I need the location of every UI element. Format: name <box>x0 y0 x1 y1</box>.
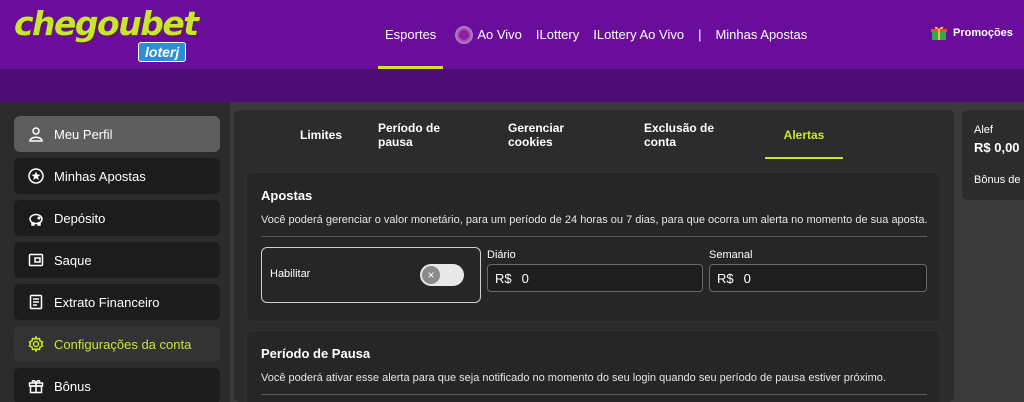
account-balance: R$ 0,00 <box>974 140 1020 155</box>
tab-label: Exclusão de conta <box>644 120 715 149</box>
sidebar-item-label: Saque <box>54 252 92 268</box>
wallet-icon <box>28 253 44 267</box>
piggy-bank-icon <box>29 213 43 226</box>
star-icon <box>28 168 44 184</box>
apostas-description: Você poderá gerenciar o valor monetário,… <box>261 214 928 226</box>
pausa-title: Período de Pausa <box>261 346 371 361</box>
chegoubet-logo[interactable]: chegoubet loterj <box>14 4 199 64</box>
sidebar-item-minhas-apostas[interactable]: Minhas Apostas <box>14 158 220 194</box>
sidebar-item-label: Extrato Financeiro <box>54 294 160 310</box>
tab-gerenciar-cookies[interactable]: Gerenciar cookies <box>508 110 610 159</box>
account-name: Alef <box>974 124 993 136</box>
promocoes-label: Promoções <box>953 27 1013 39</box>
sidebar-item-label: Minhas Apostas <box>54 168 146 184</box>
nav-minhas-apostas[interactable]: Minhas Apostas <box>715 0 807 69</box>
nav-ilottery-ao-vivo[interactable]: ILottery Ao Vivo <box>593 0 684 69</box>
sidebar-item-configuracoes[interactable]: Configurações da conta <box>14 326 220 362</box>
live-icon <box>457 27 472 42</box>
tab-label: Limites <box>299 127 342 142</box>
nav-label: ILottery Ao Vivo <box>593 27 685 42</box>
tab-exclusao-de-conta[interactable]: Exclusão de conta <box>644 110 746 159</box>
sidebar-item-meu-perfil[interactable]: Meu Perfil <box>14 116 220 152</box>
top-header: chegoubet loterj Esportes Ao Vivo ILotte… <box>0 0 1024 69</box>
main-content: Limites Período de pausa Gerenciar cooki… <box>234 110 954 402</box>
gift-icon <box>931 26 947 40</box>
account-bonus: Bônus de c <box>974 174 1024 186</box>
settings-tabs: Limites Período de pausa Gerenciar cooki… <box>234 110 954 159</box>
habilitar-toggle[interactable]: × <box>420 264 464 286</box>
nav-esportes[interactable]: Esportes <box>378 0 444 69</box>
sidebar-item-label: Meu Perfil <box>54 126 113 142</box>
nav-label: Ao Vivo <box>477 27 522 42</box>
semanal-input[interactable]: R$ 0 <box>709 264 927 292</box>
divider <box>261 236 927 237</box>
diario-label: Diário <box>487 249 516 261</box>
main-nav: Esportes Ao Vivo ILottery ILottery Ao Vi… <box>378 0 821 69</box>
nav-separator: | <box>698 27 702 42</box>
tab-periodo-de-pausa[interactable]: Período de pausa <box>378 110 474 159</box>
sidebar-item-label: Depósito <box>54 210 106 226</box>
sidebar-item-saque[interactable]: Saque <box>14 242 220 278</box>
semanal-label: Semanal <box>709 249 753 261</box>
tab-limites[interactable]: Limites <box>296 110 346 159</box>
logo-badge: loterj <box>138 42 187 62</box>
apostas-title: Apostas <box>261 188 313 203</box>
gift-icon <box>28 379 44 394</box>
apostas-card: Apostas Você poderá gerenciar o valor mo… <box>246 172 940 322</box>
habilitar-box: Habilitar × <box>261 247 481 303</box>
sidebar-item-label: Bônus <box>54 378 91 394</box>
logo-text: chegoubet <box>14 4 199 43</box>
semanal-value: 0 <box>743 270 751 286</box>
gear-icon <box>28 336 44 352</box>
account-panel: Alef R$ 0,00 Bônus de c <box>962 110 1024 200</box>
nav-label: Minhas Apostas <box>715 27 808 42</box>
diario-input[interactable]: R$ 0 <box>487 264 703 292</box>
nav-ao-vivo[interactable]: Ao Vivo <box>457 0 522 69</box>
close-icon: × <box>422 266 440 284</box>
currency-prefix: R$ <box>495 270 512 286</box>
habilitar-label: Habilitar <box>270 268 311 280</box>
diario-value: 0 <box>521 270 529 286</box>
sidebar-item-extrato-financeiro[interactable]: Extrato Financeiro <box>14 284 220 320</box>
tab-label: Alertas <box>783 127 825 142</box>
sidebar-item-deposito[interactable]: Depósito <box>14 200 220 236</box>
user-icon <box>29 127 43 142</box>
sidebar-item-label: Configurações da conta <box>54 336 192 352</box>
currency-prefix: R$ <box>717 270 734 286</box>
tab-alertas[interactable]: Alertas <box>765 110 843 159</box>
divider <box>261 394 927 395</box>
nav-label: Esportes <box>385 27 437 42</box>
promocoes-link[interactable]: Promoções <box>931 25 1013 41</box>
sub-header-bar <box>0 69 1024 102</box>
nav-label: ILottery <box>535 27 580 42</box>
sidebar: Meu Perfil Minhas Apostas Depósito Saque… <box>0 102 230 402</box>
sidebar-item-bonus[interactable]: Bônus <box>14 368 220 402</box>
document-icon <box>29 294 43 310</box>
tab-label: Período de pausa <box>378 120 441 149</box>
periodo-pausa-card: Período de Pausa Você poderá ativar esse… <box>246 330 940 402</box>
nav-ilottery[interactable]: ILottery <box>536 0 579 69</box>
pausa-description: Você poderá ativar esse alerta para que … <box>261 372 886 384</box>
tab-label: Gerenciar cookies <box>508 120 565 149</box>
